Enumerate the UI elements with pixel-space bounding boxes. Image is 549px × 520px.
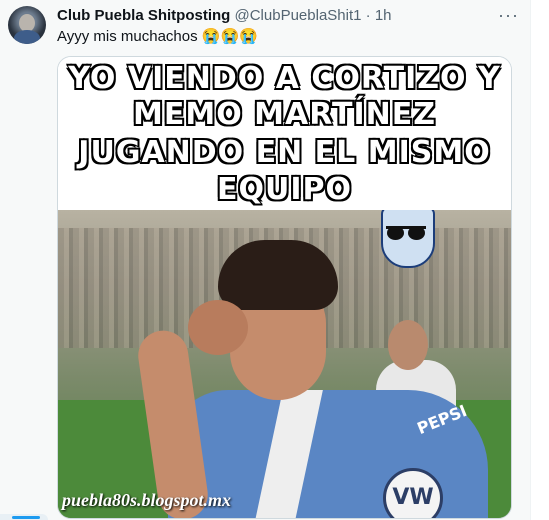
avatar-body xyxy=(14,30,40,44)
more-options-icon[interactable]: ··· xyxy=(498,5,519,26)
meme-photo: PEPSI VW puebla80s.blogspot.mx xyxy=(58,210,511,518)
vw-logo: VW xyxy=(383,468,443,518)
tweet-header: Club Puebla Shitposting @ClubPueblaShit1… xyxy=(57,6,392,26)
timestamp[interactable]: 1h xyxy=(375,7,392,24)
tweet-media[interactable]: YO VIENDO A CORTIZO Y MEMO MARTÍNEZ JUGA… xyxy=(57,56,512,519)
tweet-text: Ayyy mis muchachos 😭😭😭 xyxy=(57,28,258,45)
player-hair xyxy=(218,240,338,310)
caption-line-1: YO VIENDO A CORTIZO Y xyxy=(67,60,501,97)
sunglasses-lens-left xyxy=(387,226,404,240)
bottom-partial-accent xyxy=(12,516,40,519)
author-handle[interactable]: @ClubPueblaShit1 xyxy=(235,7,362,24)
sunglasses-lens-right xyxy=(408,226,425,240)
author-name[interactable]: Club Puebla Shitposting xyxy=(57,7,230,24)
caption-line-4: EQUIPO xyxy=(216,171,352,208)
watermark: puebla80s.blogspot.mx xyxy=(62,490,232,510)
crying-player: PEPSI VW xyxy=(135,240,488,518)
club-puebla-logo xyxy=(376,210,436,268)
sunglasses-icon xyxy=(386,226,426,240)
player-hand xyxy=(188,300,248,355)
avatar[interactable] xyxy=(8,6,46,44)
caption-line-2: MEMO MARTÍNEZ xyxy=(132,96,436,133)
meme-caption: YO VIENDO A CORTIZO Y MEMO MARTÍNEZ JUGA… xyxy=(58,57,511,210)
background-player-head xyxy=(388,320,428,370)
caption-line-3: JUGANDO EN EL MISMO xyxy=(77,134,491,171)
vw-logo-text: VW xyxy=(392,485,434,510)
scrollbar[interactable] xyxy=(530,0,549,520)
separator: · xyxy=(361,7,375,24)
tweet[interactable]: Club Puebla Shitposting @ClubPueblaShit1… xyxy=(0,0,531,520)
